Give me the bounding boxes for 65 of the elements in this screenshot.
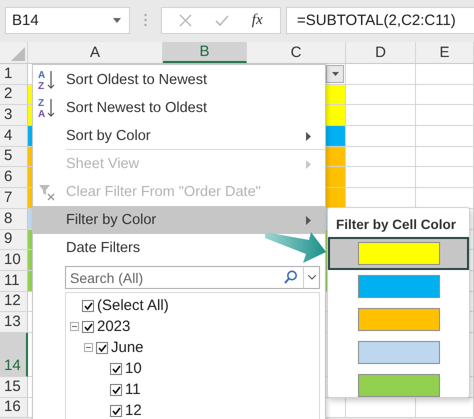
table-cell xyxy=(346,146,416,168)
checkbox[interactable] xyxy=(110,362,122,374)
collapse-icon[interactable] xyxy=(84,343,93,352)
filter-value-label[interactable]: 11 xyxy=(125,381,141,398)
menu-item[interactable]: Z A Sort Newest to Oldest xyxy=(33,94,325,122)
formula-field[interactable]: =SUBTOTAL(2,C2:C11) xyxy=(286,6,474,34)
search-field[interactable]: Search (All) xyxy=(65,266,303,289)
checkbox[interactable] xyxy=(82,320,94,332)
row-header[interactable]: 3 xyxy=(0,105,28,126)
filter-dropdown-button[interactable] xyxy=(326,65,344,83)
menu-item[interactable]: A Z Sort Oldest to Newest xyxy=(33,66,325,94)
collapse-icon[interactable] xyxy=(70,322,79,331)
submenu-title: Filter by Cell Color xyxy=(335,216,458,234)
table-cell xyxy=(416,105,474,126)
table-cell xyxy=(346,84,416,106)
row-header[interactable]: 1 xyxy=(0,64,28,85)
caret-icon[interactable] xyxy=(113,18,121,22)
row-header[interactable]: 5 xyxy=(0,146,28,168)
clear-filter-icon xyxy=(38,183,56,201)
table-cell xyxy=(346,126,416,147)
row-header[interactable]: 12 xyxy=(0,292,28,312)
submenu-arrow-icon xyxy=(306,216,311,225)
color-option[interactable] xyxy=(328,237,469,270)
row-header[interactable]: 11 xyxy=(0,270,28,292)
filter-value-label[interactable]: 2023 xyxy=(97,318,130,335)
caret-icon[interactable] xyxy=(332,72,338,76)
grip-icon xyxy=(144,13,147,27)
check-icon[interactable] xyxy=(215,14,230,26)
menu-item[interactable]: Sort by Color xyxy=(33,122,325,150)
column-header[interactable]: E xyxy=(416,42,474,63)
column-header[interactable]: B xyxy=(163,42,247,63)
search-dropdown-button[interactable] xyxy=(303,266,320,289)
insert-function-button[interactable]: fx xyxy=(252,12,263,28)
filter-value-label[interactable]: June xyxy=(111,339,144,356)
row-header[interactable]: 16 xyxy=(0,398,28,418)
filter-value-label[interactable]: 10 xyxy=(125,360,142,377)
menu-item[interactable]: Filter by Color xyxy=(33,206,325,234)
checkbox[interactable] xyxy=(82,300,94,312)
row-header[interactable]: 7 xyxy=(0,188,28,209)
row-header[interactable]: 9 xyxy=(0,230,28,250)
submenu-arrow-icon xyxy=(306,160,311,169)
submenu-arrow-icon xyxy=(306,132,311,141)
row-header[interactable]: 8 xyxy=(0,208,28,230)
table-cell xyxy=(416,126,474,147)
row-header[interactable]: 4 xyxy=(0,126,28,147)
filter-value-label[interactable]: 12 xyxy=(125,402,142,419)
filter-value-label[interactable]: (Select All) xyxy=(97,297,169,314)
table-cell xyxy=(346,105,416,126)
row-header[interactable]: 6 xyxy=(0,167,28,188)
row-header[interactable]: 2 xyxy=(0,84,28,106)
name-box[interactable]: B14 xyxy=(5,6,130,34)
search-icon[interactable] xyxy=(284,270,298,284)
row-header[interactable]: 15 xyxy=(0,376,28,398)
checkbox[interactable] xyxy=(110,404,122,416)
chevron-down-icon[interactable] xyxy=(308,275,316,280)
column-header[interactable]: D xyxy=(346,42,416,63)
menu-item[interactable]: Date Filters xyxy=(33,234,325,262)
row-header[interactable]: 10 xyxy=(0,250,28,271)
row-header[interactable]: 14 xyxy=(0,332,28,377)
table-cell xyxy=(416,84,474,106)
checkbox[interactable] xyxy=(96,342,108,354)
column-header[interactable]: C xyxy=(247,42,346,63)
table-cell xyxy=(416,146,474,168)
row-header[interactable]: 13 xyxy=(0,312,28,333)
checkbox[interactable] xyxy=(110,384,122,396)
